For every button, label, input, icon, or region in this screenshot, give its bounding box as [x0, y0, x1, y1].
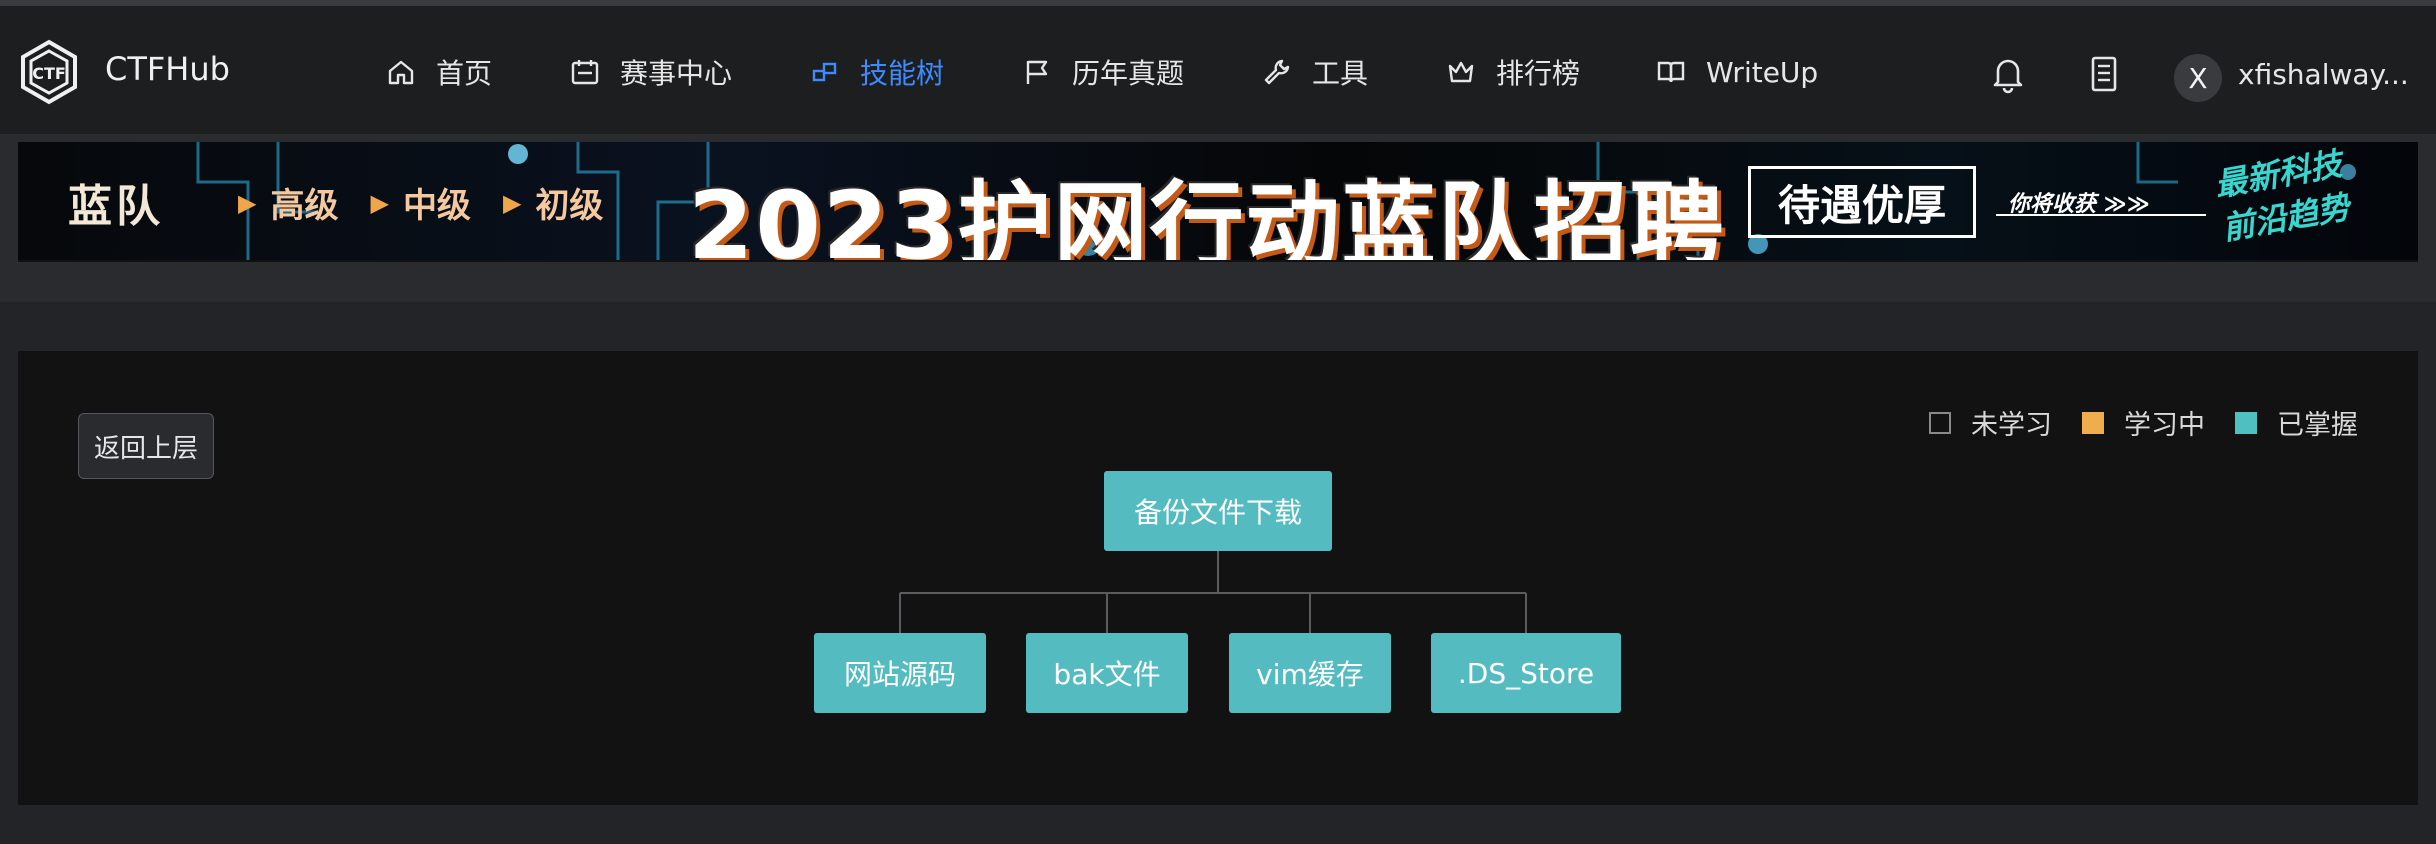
banner-tagline-line	[1996, 214, 2206, 216]
home-icon	[388, 60, 414, 85]
nav-leaderboard-label: 排行榜	[1496, 57, 1581, 90]
calendar-icon	[571, 60, 599, 85]
nav-writeup-label: WriteUp	[1706, 55, 1819, 89]
tree-node-child[interactable]: bak文件	[1026, 633, 1188, 713]
triangle-icon: ▶	[502, 188, 522, 217]
banner-levels: ▶ 高级 ▶ 中级 ▶ 初级	[238, 178, 621, 227]
triangle-icon: ▶	[238, 188, 257, 217]
nav-writeup[interactable]: WriteUp	[1656, 42, 1818, 102]
wrench-icon	[1264, 59, 1290, 85]
bell-icon[interactable]	[1990, 54, 2026, 94]
nav-skill-tree[interactable]: 技能树	[810, 42, 944, 102]
avatar[interactable]: X	[2174, 54, 2222, 102]
username[interactable]: xfishalway...	[2238, 58, 2409, 91]
nav-events[interactable]: 赛事中心	[570, 42, 732, 102]
nav-past-problems[interactable]: 历年真题	[1022, 42, 1184, 102]
nav-past-problems-label: 历年真题	[1072, 57, 1185, 90]
ctfhub-logo-icon[interactable]: CTF	[20, 39, 78, 105]
crown-icon	[1448, 61, 1474, 83]
banner-blue-team: 蓝队	[68, 181, 164, 232]
banner-level: 初级	[535, 186, 604, 226]
clipboard-icon[interactable]	[2086, 54, 2122, 94]
nav-home-label: 首页	[436, 57, 493, 90]
tree-node-child[interactable]: .DS_Store	[1431, 633, 1621, 713]
triangle-icon: ▶	[370, 188, 389, 217]
nav-skill-tree-label: 技能树	[860, 57, 945, 90]
flag-icon	[1026, 60, 1048, 84]
tree-connectors	[899, 551, 1527, 633]
banner-area: 蓝队 ▶ 高级 ▶ 中级 ▶ 初级 2023护网行动蓝队招聘 待遇优厚 你将收获…	[0, 134, 2436, 302]
skill-tree-icon	[812, 62, 837, 82]
tree-node-root[interactable]: 备份文件下载	[1104, 471, 1332, 551]
nav-events-label: 赛事中心	[620, 57, 733, 90]
banner-level: 中级	[402, 186, 471, 226]
book-icon	[1657, 61, 1685, 83]
skill-tree-panel: 返回上层 未学习 学习中 已掌握 备份文件下载 网站源码 bak文件 vim缓存…	[18, 351, 2418, 805]
svg-text:CTF: CTF	[32, 64, 66, 83]
nav-home[interactable]: 首页	[386, 42, 492, 102]
tree-node-child[interactable]: 网站源码	[814, 633, 986, 713]
nav-tools-label: 工具	[1312, 57, 1369, 90]
tree-node-child[interactable]: vim缓存	[1229, 633, 1391, 713]
top-navbar: CTF CTFHub 首页 赛事中心 技能树 历年真题 工具 排行榜 Write…	[0, 6, 2436, 140]
recruitment-banner[interactable]: 蓝队 ▶ 高级 ▶ 中级 ▶ 初级 2023护网行动蓝队招聘 待遇优厚 你将收获…	[18, 142, 2418, 262]
nav-leaderboard[interactable]: 排行榜	[1446, 42, 1580, 102]
banner-level: 高级	[270, 186, 339, 226]
banner-title: 2023护网行动蓝队招聘	[688, 172, 1726, 262]
nav-tools[interactable]: 工具	[1262, 42, 1368, 102]
banner-benefits-box: 待遇优厚	[1748, 166, 1976, 238]
brand-name[interactable]: CTFHub	[105, 50, 230, 88]
